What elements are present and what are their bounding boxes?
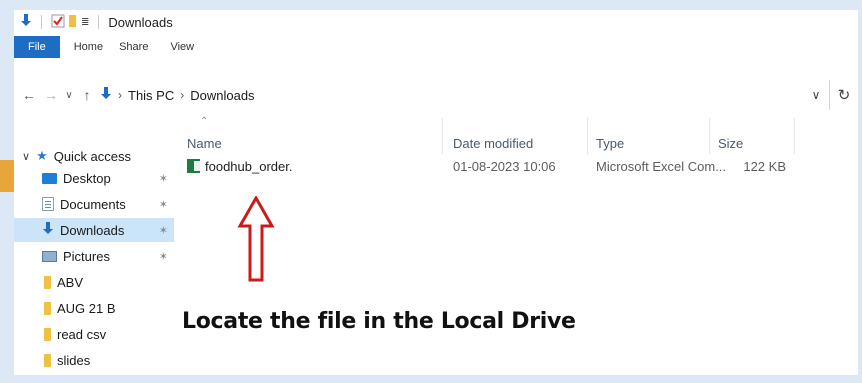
separator: [98, 15, 100, 29]
nav-item-read-csv[interactable]: read csv: [14, 322, 174, 346]
nav-item-label: ABV: [57, 274, 84, 290]
star-icon: ★: [36, 148, 48, 163]
nav-item-documents[interactable]: Documents ✶: [14, 192, 174, 216]
tab-file[interactable]: File: [14, 36, 60, 58]
back-arrow-icon[interactable]: ←: [20, 87, 38, 103]
pin-icon[interactable]: ✶: [159, 198, 168, 211]
documents-icon: [42, 197, 54, 211]
ribbon-tabs: File Home Share View: [14, 36, 858, 58]
navigation-pane: ∨ ★ Quick access Desktop ✶ Documents ✶ D…: [14, 110, 174, 375]
desktop-icon: [42, 172, 57, 184]
pin-icon[interactable]: ✶: [159, 250, 168, 263]
pin-icon[interactable]: ✶: [159, 172, 168, 185]
nav-item-pictures[interactable]: Pictures ✶: [14, 244, 174, 268]
refresh-icon[interactable]: ↻: [829, 80, 858, 110]
red-up-arrow-icon: [237, 196, 275, 282]
address-controls: ∨ ↻: [803, 80, 858, 110]
nav-item-aug-21-b[interactable]: AUG 21 B: [14, 296, 174, 320]
file-list: ⌃ Name Date modified Type Size foodhub_o…: [174, 110, 858, 375]
chevron-right-icon[interactable]: ›: [180, 88, 184, 102]
table-row[interactable]: foodhub_order. 01-08-2023 10:06 Microsof…: [174, 156, 858, 178]
date-modified-cell: 01-08-2023 10:06: [453, 159, 556, 174]
nav-item-label: Downloads: [60, 222, 125, 238]
folder-icon: [44, 301, 51, 315]
nav-item-label: slides: [57, 352, 91, 368]
nav-item-abv[interactable]: ABV: [14, 270, 174, 294]
pin-icon[interactable]: ✶: [159, 224, 168, 237]
nav-item-desktop[interactable]: Desktop ✶: [14, 166, 174, 190]
chevron-down-icon[interactable]: ∨: [22, 150, 30, 163]
window-title: Downloads: [108, 14, 173, 30]
tab-home[interactable]: Home: [60, 36, 113, 58]
size-cell: 122 KB: [743, 159, 786, 174]
nav-item-label: Documents: [60, 196, 126, 212]
title-bar: ≣ Downloads: [14, 10, 858, 34]
nav-item-slides[interactable]: slides: [14, 348, 174, 372]
folder-icon: [44, 275, 51, 289]
file-explorer-window: ≣ Downloads File Home Share View ← → ∨ ↑…: [14, 10, 858, 375]
breadcrumb-this-pc[interactable]: This PC: [128, 88, 174, 103]
sort-caret-icon: ⌃: [200, 116, 209, 127]
file-name-text: foodhub_order.: [205, 159, 293, 174]
address-row: ← → ∨ ↑ › This PC › Downloads ∨ ↻: [14, 80, 858, 110]
column-header-size[interactable]: Size: [718, 136, 743, 151]
column-divider: [587, 118, 588, 154]
downloads-icon: [42, 221, 54, 239]
column-divider: [709, 118, 710, 154]
breadcrumb-downloads[interactable]: Downloads: [190, 88, 254, 103]
up-arrow-icon[interactable]: ↑: [78, 87, 96, 103]
folder-icon: [44, 353, 51, 367]
quick-access-label: Quick access: [53, 148, 132, 164]
accent-block: [0, 160, 14, 192]
nav-item-label: Pictures: [63, 248, 110, 264]
properties-checkbox-icon[interactable]: [51, 14, 65, 31]
nav-item-label: AUG 21 B: [57, 300, 116, 316]
folder-icon: [44, 327, 51, 341]
annotation-caption: Locate the file in the Local Drive: [182, 309, 576, 334]
nav-item-label: Desktop: [63, 170, 111, 186]
customize-toolbar-icon[interactable]: ≣: [81, 17, 89, 28]
breadcrumb: › This PC › Downloads: [100, 86, 255, 104]
nav-item-downloads[interactable]: Downloads ✶: [14, 218, 174, 242]
type-cell: Microsoft Excel Com...: [596, 159, 727, 174]
column-divider: [442, 118, 443, 154]
separator: [41, 15, 42, 29]
column-header-type[interactable]: Type: [596, 136, 624, 151]
recent-locations-chevron-icon[interactable]: ∨: [60, 90, 78, 101]
column-divider: [794, 118, 795, 154]
pictures-icon: [42, 250, 57, 262]
chevron-right-icon[interactable]: ›: [118, 88, 122, 102]
quick-access-item[interactable]: ∨ ★ Quick access: [22, 144, 172, 168]
column-header-name[interactable]: Name: [187, 136, 222, 151]
tab-view[interactable]: View: [158, 36, 204, 58]
tab-share[interactable]: Share: [113, 36, 158, 58]
forward-arrow-icon[interactable]: →: [42, 87, 60, 103]
new-folder-icon[interactable]: [69, 14, 77, 31]
download-arrow-icon[interactable]: [20, 13, 32, 31]
column-header-date-modified[interactable]: Date modified: [453, 136, 533, 151]
quick-access-toolbar: ≣ Downloads: [14, 13, 173, 31]
downloads-location-icon: [100, 86, 112, 104]
address-dropdown-chevron-icon[interactable]: ∨: [803, 88, 829, 102]
nav-item-label: read csv: [57, 326, 107, 342]
excel-file-icon: [187, 159, 200, 173]
file-name-cell: foodhub_order.: [187, 159, 292, 174]
